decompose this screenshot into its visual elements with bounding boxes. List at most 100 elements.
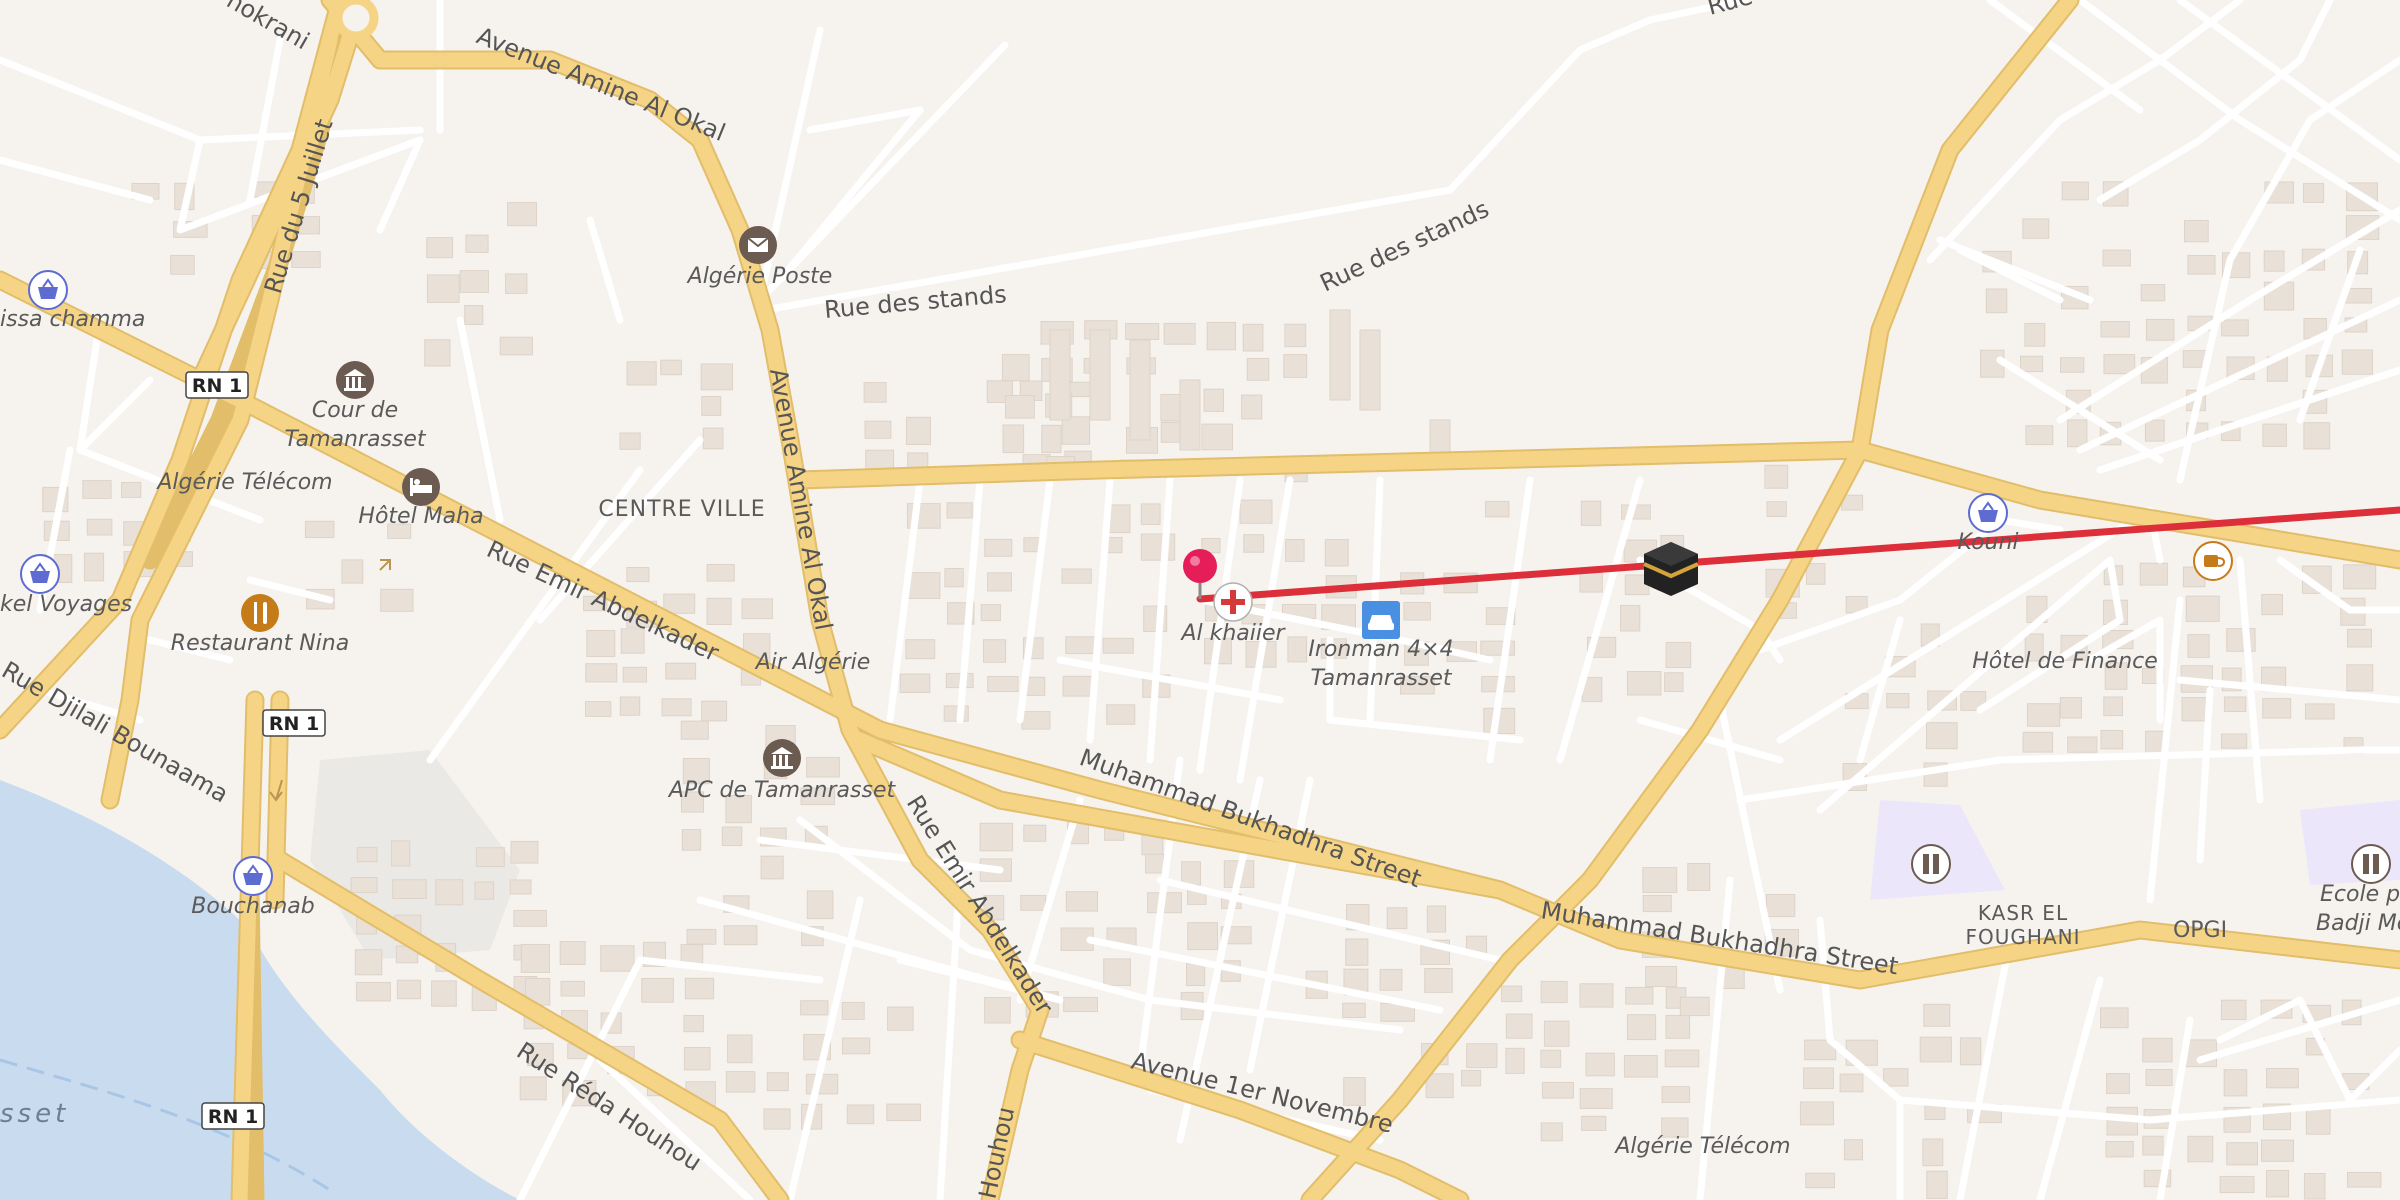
building	[2303, 183, 2325, 204]
basket-icon[interactable]	[20, 554, 60, 594]
building	[1359, 329, 1381, 411]
poi-label-tamanrasset: Tamanrasset	[284, 427, 426, 452]
roundabout	[333, 0, 379, 41]
building	[1642, 867, 1678, 894]
building	[1140, 533, 1176, 561]
building	[1342, 1002, 1366, 1019]
car-icon[interactable]	[1362, 601, 1400, 639]
map-canvas[interactable]: Avenue Amine Al Okal Avenue Amine Al Oka…	[0, 0, 2400, 1200]
building	[2223, 1069, 2248, 1097]
building	[683, 1047, 711, 1071]
building	[1764, 464, 1789, 489]
building	[86, 518, 113, 536]
building	[661, 698, 692, 717]
building	[725, 1071, 756, 1093]
building	[1642, 895, 1672, 913]
building	[1285, 539, 1305, 562]
basket-icon[interactable]	[28, 270, 68, 310]
building	[1242, 323, 1264, 352]
book-icon[interactable]	[2351, 844, 2391, 884]
building	[1140, 503, 1161, 525]
cross-icon[interactable]	[1213, 582, 1253, 622]
building	[2221, 319, 2249, 337]
area-label-opgi: OPGI	[2173, 918, 2227, 943]
building	[841, 1001, 865, 1020]
building	[391, 840, 411, 867]
building	[1061, 568, 1092, 584]
building	[1403, 602, 1431, 621]
building	[1345, 938, 1369, 966]
building	[1283, 354, 1308, 378]
basket-icon[interactable]	[1968, 493, 2008, 533]
building	[354, 949, 383, 976]
building	[2025, 425, 2054, 446]
building	[2103, 354, 2136, 375]
building	[1664, 672, 1684, 693]
poi-label-ecole-line1: Ecole prim	[2320, 882, 2400, 907]
building	[1665, 1014, 1691, 1039]
building	[2100, 1007, 2129, 1029]
building	[1129, 339, 1151, 441]
building	[2144, 419, 2165, 442]
coffee-icon[interactable]	[2193, 541, 2233, 581]
poi-label-algerie-telecom-2: Algérie Télécom	[1613, 1134, 1790, 1159]
building	[465, 234, 489, 253]
building	[943, 705, 969, 722]
building	[1806, 563, 1826, 585]
building	[980, 604, 1002, 622]
book-icon[interactable]	[1911, 844, 1951, 884]
building	[1243, 534, 1265, 553]
building	[1284, 323, 1307, 348]
building	[431, 980, 457, 1007]
building	[2265, 1170, 2290, 1198]
building	[2022, 218, 2050, 239]
building	[1065, 636, 1096, 655]
poi-label-bouchanab: Bouchanab	[191, 894, 314, 919]
building	[1923, 1003, 1951, 1027]
building	[505, 273, 528, 294]
poi-label-hotel-de-finance: Hôtel de Finance	[1972, 649, 2158, 674]
building	[987, 675, 1019, 693]
building	[701, 395, 722, 416]
building	[2303, 422, 2331, 450]
building	[1540, 1122, 1563, 1142]
bed-icon[interactable]	[402, 468, 440, 506]
building	[863, 382, 887, 403]
building	[1922, 1138, 1944, 1167]
building	[681, 829, 702, 851]
building	[1461, 1069, 1482, 1087]
building	[1023, 824, 1047, 842]
columns-icon[interactable]	[336, 361, 374, 399]
building	[1287, 636, 1308, 663]
building	[426, 237, 454, 259]
poi-label-issa-chamma: issa chamma	[0, 307, 145, 332]
building	[1324, 539, 1349, 567]
building	[899, 673, 931, 693]
building	[766, 1072, 789, 1092]
building	[1386, 907, 1408, 930]
building	[665, 662, 697, 680]
building	[396, 979, 422, 1000]
building	[1843, 1139, 1864, 1161]
basket-icon[interactable]	[233, 856, 273, 896]
building	[304, 520, 335, 538]
building	[2142, 1135, 2164, 1156]
fork-knife-icon[interactable]	[241, 594, 279, 632]
building	[1919, 1036, 1952, 1063]
building	[1239, 499, 1273, 524]
building	[1501, 985, 1523, 1003]
building	[509, 879, 532, 895]
building	[800, 1000, 829, 1016]
building	[1505, 1013, 1533, 1039]
building	[392, 879, 427, 900]
envelope-icon[interactable]	[739, 226, 777, 264]
columns-icon[interactable]	[763, 739, 801, 777]
building	[507, 202, 538, 227]
building	[499, 336, 534, 356]
building	[1799, 1101, 1835, 1126]
building	[660, 359, 682, 376]
building	[706, 597, 732, 625]
building	[2266, 1068, 2299, 1089]
building	[1805, 1172, 1836, 1189]
building	[1626, 671, 1662, 696]
